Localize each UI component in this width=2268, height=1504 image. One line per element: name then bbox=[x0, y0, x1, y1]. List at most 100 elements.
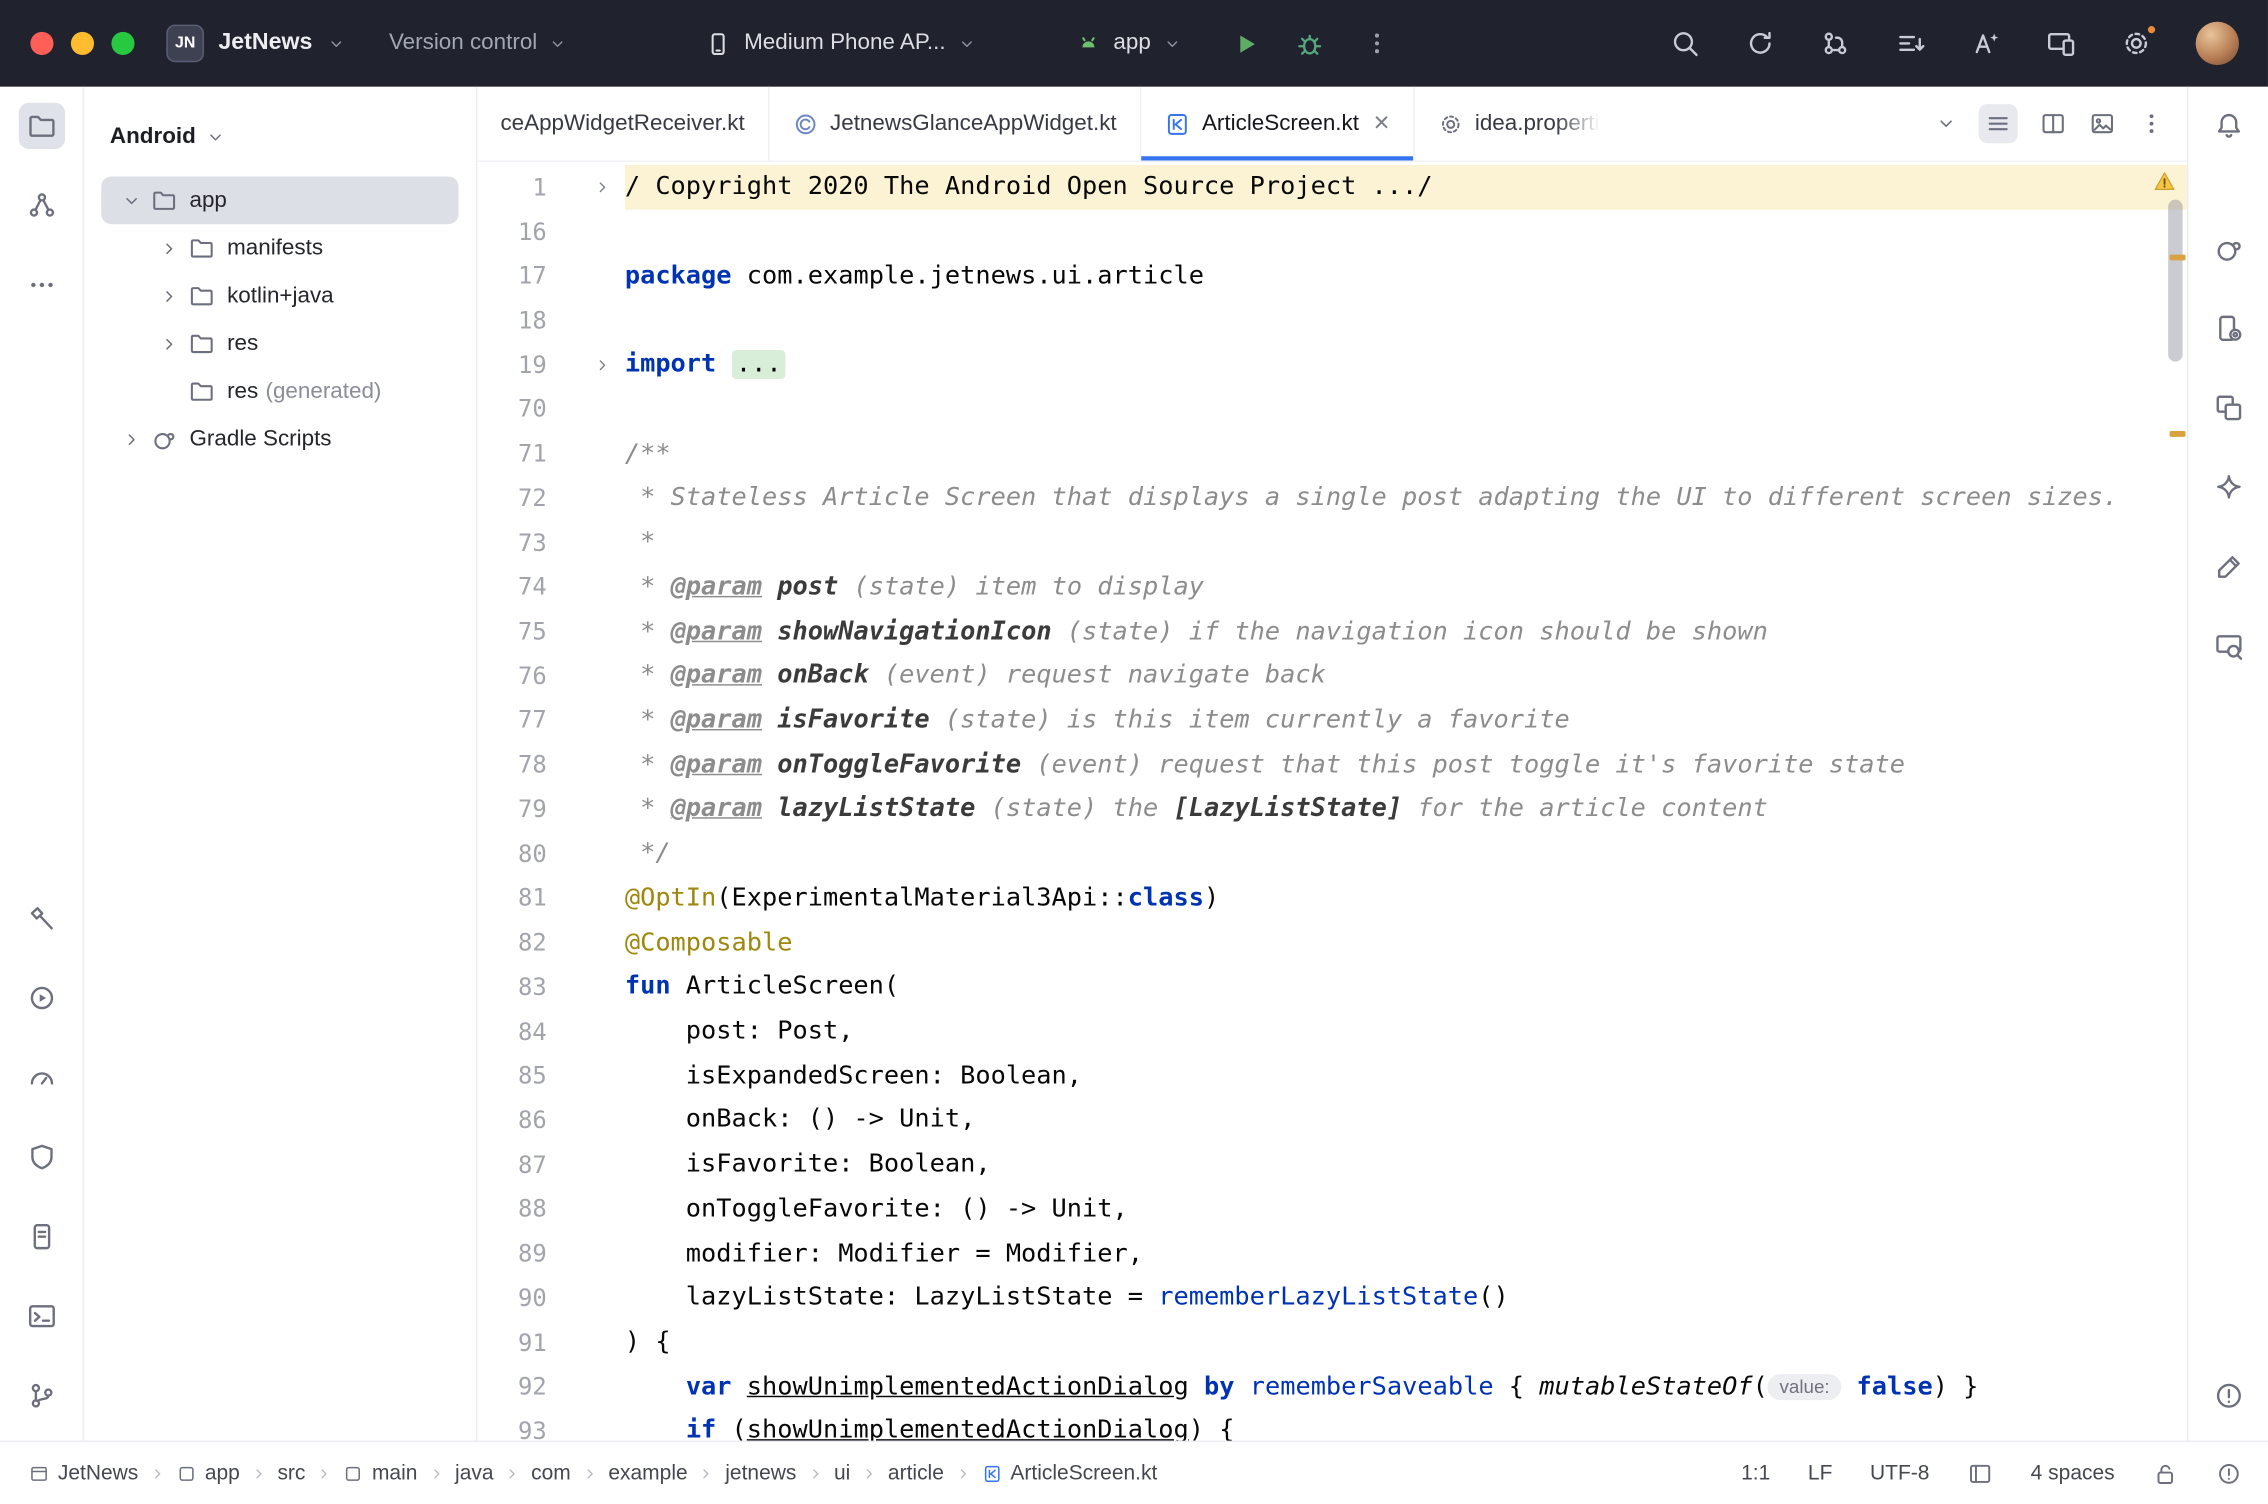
editor-options-icon[interactable] bbox=[2138, 110, 2165, 137]
problems-tool-window-button[interactable] bbox=[2205, 1373, 2251, 1419]
breadcrumb-item-articlescreen-kt[interactable]: ArticleScreen.kt bbox=[981, 1462, 1157, 1485]
gemini-assistant-button[interactable] bbox=[2205, 464, 2251, 510]
split-editor-icon[interactable] bbox=[2039, 110, 2066, 137]
profiler-tool-window-button[interactable] bbox=[18, 1054, 64, 1100]
ai-assistant-icon[interactable] bbox=[1970, 27, 2002, 59]
code-line: 83fun ArticleScreen( bbox=[477, 965, 2187, 1009]
line-number: 83 bbox=[477, 973, 546, 1000]
minimize-window-button[interactable] bbox=[71, 32, 94, 55]
tree-item-kotlin-java[interactable]: kotlin+java bbox=[101, 272, 458, 320]
services-tool-window-button[interactable] bbox=[18, 975, 64, 1021]
warning-stripe-mark[interactable] bbox=[2170, 431, 2186, 437]
code-token: @param bbox=[671, 617, 762, 646]
vcs-widget[interactable]: Version control bbox=[389, 30, 568, 56]
gradle-tool-window-button[interactable] bbox=[2205, 226, 2251, 272]
inspections-warning-icon[interactable] bbox=[2152, 169, 2177, 194]
hidden-tabs-icon[interactable] bbox=[1935, 113, 1957, 135]
lock-open-icon bbox=[2152, 1460, 2178, 1486]
tree-item-res[interactable]: res bbox=[101, 320, 458, 368]
app-inspection-button[interactable] bbox=[2205, 623, 2251, 669]
more-tool-windows-button[interactable] bbox=[18, 262, 64, 308]
device-selector[interactable]: Medium Phone AP... bbox=[705, 30, 976, 57]
device-mirror-icon[interactable] bbox=[2045, 27, 2077, 59]
code-token bbox=[625, 1372, 686, 1401]
code-text: modifier: Modifier = Modifier, bbox=[625, 1231, 2187, 1275]
breadcrumb-item-ui[interactable]: ui bbox=[834, 1462, 850, 1485]
code-token: mutableStateOf bbox=[1539, 1372, 1752, 1401]
breadcrumb-item-jetnews[interactable]: JetNews bbox=[29, 1462, 138, 1485]
close-icon[interactable]: × bbox=[1373, 110, 1389, 137]
chevron-down-icon bbox=[327, 34, 346, 53]
app-inspection-icon bbox=[2212, 631, 2244, 663]
maximize-window-button[interactable] bbox=[111, 32, 134, 55]
lock-open-icon[interactable] bbox=[2152, 1460, 2178, 1486]
structure-tool-window-button[interactable] bbox=[18, 182, 64, 228]
tab-glance-widget[interactable]: JetnewsGlanceAppWidget.kt bbox=[769, 87, 1141, 161]
editor-scrollbar[interactable] bbox=[2168, 200, 2182, 362]
version-control-tool-window-button[interactable] bbox=[18, 1373, 64, 1419]
running-devices-button[interactable] bbox=[2205, 385, 2251, 431]
live-edit-button[interactable] bbox=[2205, 544, 2251, 590]
logcat-tool-window-button[interactable] bbox=[18, 1214, 64, 1260]
warning-stripe-mark[interactable] bbox=[2170, 255, 2186, 261]
search-icon[interactable] bbox=[1669, 27, 1701, 59]
breadcrumb-item-example[interactable]: example bbox=[608, 1462, 687, 1485]
tree-item-res[interactable]: res(generated) bbox=[101, 367, 458, 415]
debug-button[interactable] bbox=[1288, 22, 1331, 65]
chevron-right-icon[interactable] bbox=[159, 238, 188, 258]
code-text: isFavorite: Boolean, bbox=[625, 1142, 2187, 1186]
indent-widget[interactable]: 4 spaces bbox=[2031, 1462, 2115, 1485]
breadcrumb-item-jetnews[interactable]: jetnews bbox=[725, 1462, 796, 1485]
chevron-right-icon[interactable] bbox=[159, 286, 188, 306]
more-actions-button[interactable] bbox=[1355, 22, 1398, 65]
chevron-right-icon[interactable] bbox=[121, 429, 150, 449]
settings-button[interactable] bbox=[2120, 27, 2152, 59]
preview-layout-icon[interactable] bbox=[2089, 110, 2116, 137]
close-window-button[interactable] bbox=[30, 32, 53, 55]
breadcrumb-item-java[interactable]: java bbox=[455, 1462, 493, 1485]
device-phone-icon bbox=[705, 30, 732, 57]
folder-icon bbox=[188, 378, 215, 405]
tree-item-manifests[interactable]: manifests bbox=[101, 224, 458, 272]
bug-icon bbox=[1295, 28, 1325, 58]
caret-position-widget[interactable]: 1:1 bbox=[1741, 1462, 1770, 1485]
build-tool-window-button[interactable] bbox=[18, 895, 64, 941]
tree-item-app[interactable]: app bbox=[101, 176, 458, 224]
project-logo: JN bbox=[166, 25, 204, 63]
breadcrumb-item-main[interactable]: main bbox=[343, 1462, 417, 1485]
breadcrumb-item-article[interactable]: article bbox=[888, 1462, 944, 1485]
gradle-icon bbox=[2212, 233, 2244, 265]
chevron-right-icon[interactable] bbox=[159, 333, 188, 353]
chevron-down-icon[interactable] bbox=[121, 190, 150, 210]
inlay-hint: value: bbox=[1768, 1374, 1841, 1400]
project-view-selector[interactable]: Android bbox=[84, 87, 476, 177]
breadcrumb-item-app[interactable]: app bbox=[176, 1462, 240, 1485]
project-widget[interactable]: JN JetNews bbox=[166, 25, 345, 63]
notifications-button[interactable] bbox=[2205, 103, 2251, 149]
editor-columns-icon[interactable] bbox=[1967, 1460, 1993, 1486]
tree-item-gradle-scripts[interactable]: Gradle Scripts bbox=[101, 415, 458, 463]
build-analyzer-icon[interactable] bbox=[1820, 27, 1852, 59]
line-separator-widget[interactable]: LF bbox=[1808, 1462, 1832, 1485]
fold-arrow-icon[interactable] bbox=[593, 178, 612, 197]
app-quality-insights-button[interactable] bbox=[18, 1134, 64, 1180]
tab-article-screen[interactable]: ArticleScreen.kt× bbox=[1141, 87, 1414, 161]
run-configuration-selector[interactable]: app bbox=[1074, 30, 1181, 57]
fold-arrow-icon[interactable] bbox=[593, 355, 612, 374]
device-manager-button[interactable] bbox=[2205, 305, 2251, 351]
encoding-widget[interactable]: UTF-8 bbox=[1870, 1462, 1929, 1485]
problems-status-icon[interactable] bbox=[2216, 1460, 2242, 1486]
code-review-icon[interactable] bbox=[1895, 27, 1927, 59]
sync-project-icon[interactable] bbox=[1744, 27, 1776, 59]
terminal-tool-window-button[interactable] bbox=[18, 1293, 64, 1339]
tab-idea-properties[interactable]: idea.properti bbox=[1414, 87, 1623, 161]
tab-glance-receiver[interactable]: ceAppWidgetReceiver.kt bbox=[477, 87, 769, 161]
breadcrumb-item-src[interactable]: src bbox=[277, 1462, 305, 1485]
breadcrumb-item-com[interactable]: com bbox=[531, 1462, 571, 1485]
run-button[interactable] bbox=[1225, 22, 1268, 65]
line-number: 88 bbox=[477, 1195, 546, 1222]
project-tool-window-button[interactable] bbox=[18, 103, 64, 149]
user-avatar[interactable] bbox=[2196, 22, 2239, 65]
code-editor[interactable]: 1/ Copyright 2020 The Android Open Sourc… bbox=[477, 162, 2187, 1441]
tab-list-button[interactable] bbox=[1979, 104, 2018, 143]
